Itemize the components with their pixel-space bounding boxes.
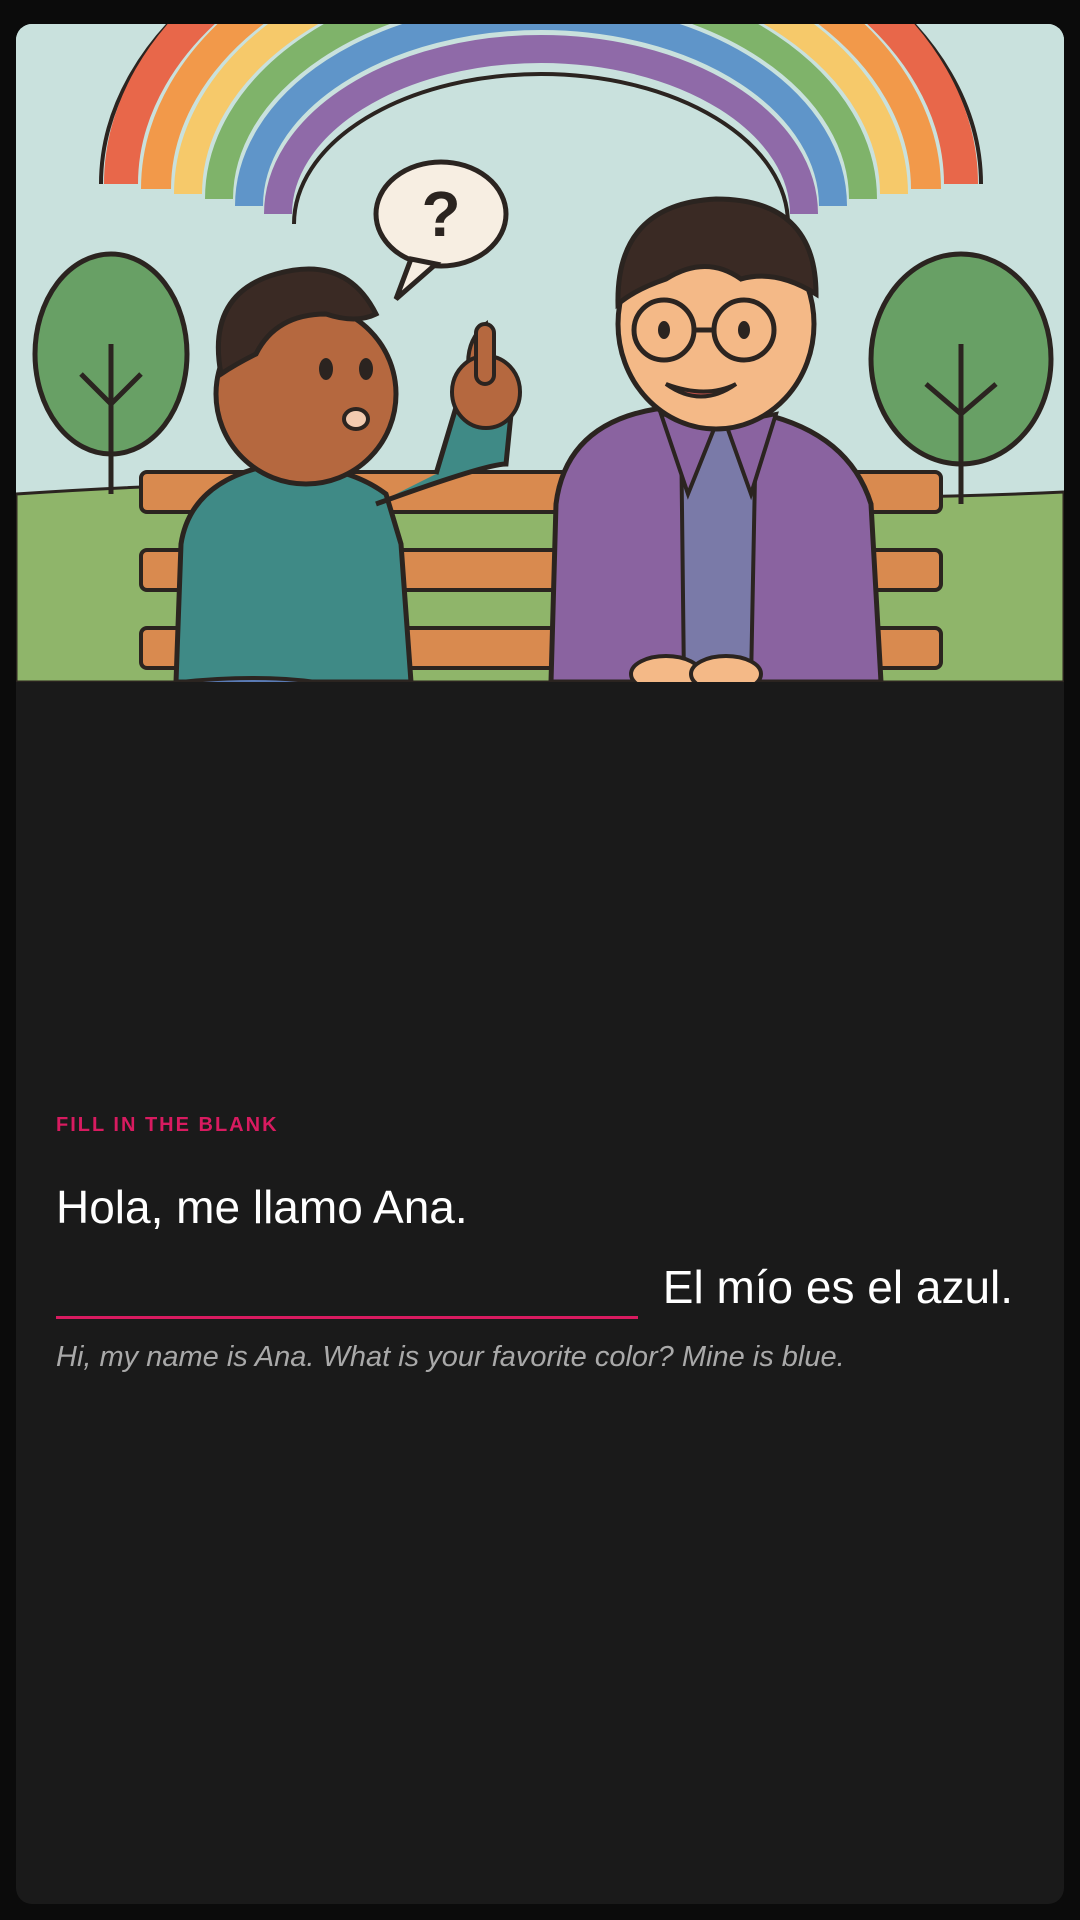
exercise-type-label: Fill in the blank (56, 1114, 279, 1136)
answer-blank-input[interactable] (56, 1262, 638, 1319)
scene-illustration: ? (16, 24, 1064, 682)
exercise-card: ? Fill in the blank Hola, m (16, 24, 1064, 1904)
sentence-after-text: El mío es el azul. (662, 1261, 1014, 1313)
exercise-sentence: Hola, me llamo Ana. El mío es el azul. (56, 1167, 1024, 1327)
fill-in-the-blank-exercise: Fill in the blank Hola, me llamo Ana. El… (56, 1114, 1024, 1374)
question-mark-icon: ? (421, 178, 460, 250)
translation-text: Hi, my name is Ana. What is your favorit… (56, 1341, 845, 1373)
sentence-before-text: Hola, me llamo Ana. (56, 1181, 468, 1233)
kids-on-bench-image: ? (16, 24, 1064, 682)
